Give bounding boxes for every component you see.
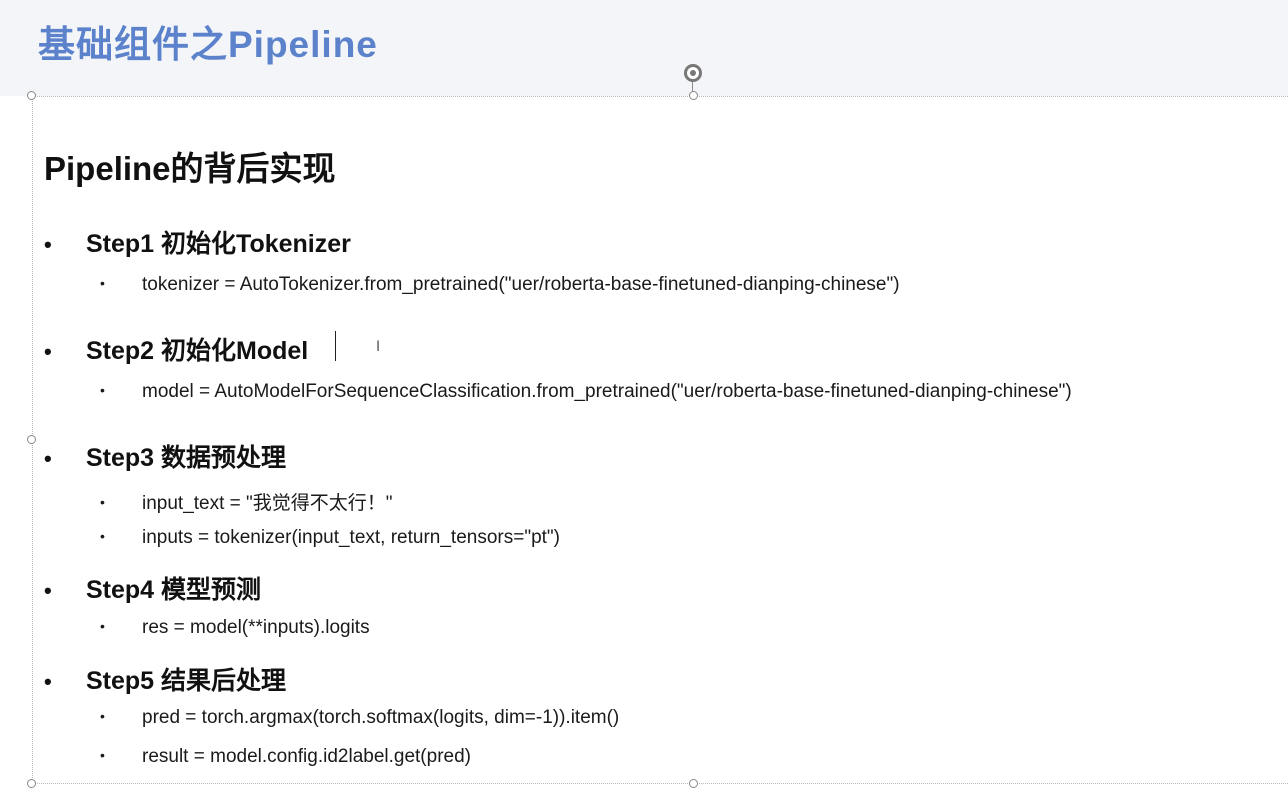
code-line: result = model.config.id2label.get(pred) [142, 746, 471, 767]
step-1-line-1[interactable]: • tokenizer = AutoTokenizer.from_pretrain… [100, 274, 900, 296]
step-5[interactable]: • Step5 结果后处理 [44, 661, 286, 697]
code-line: tokenizer = AutoTokenizer.from_pretraine… [142, 274, 900, 295]
text-caret [335, 331, 336, 361]
code-line: res = model(**inputs).logits [142, 617, 370, 638]
step-3[interactable]: • Step3 数据预处理 [44, 438, 286, 474]
code-line: model = AutoModelForSequenceClassificati… [142, 381, 1072, 402]
step-1[interactable]: • Step1 初始化Tokenizer [44, 224, 351, 260]
step-4[interactable]: • Step4 模型预测 [44, 570, 261, 606]
step-5-line-2[interactable]: • result = model.config.id2label.get(pred… [100, 746, 471, 768]
bullet: • [44, 232, 52, 257]
resize-handle-top-left[interactable] [27, 91, 36, 100]
step-label: Step1 初始化Tokenizer [86, 230, 351, 258]
bullet: • [44, 446, 52, 471]
sub-bullet: • [100, 494, 105, 510]
step-4-line-1[interactable]: • res = model(**inputs).logits [100, 617, 370, 639]
resize-handle-middle-left[interactable] [27, 435, 36, 444]
sub-bullet: • [100, 618, 105, 634]
slide-title[interactable]: 基础组件之Pipeline [38, 14, 378, 68]
content-heading[interactable]: Pipeline的背后实现 [44, 142, 336, 190]
resize-handle-top-middle[interactable] [689, 91, 698, 100]
sub-bullet: • [100, 708, 105, 724]
resize-handle-bottom-middle[interactable] [689, 779, 698, 788]
step-label: Step5 结果后处理 [86, 667, 287, 695]
ibeam-cursor-icon: I [376, 339, 381, 355]
sub-bullet: • [100, 382, 105, 398]
step-2-line-1[interactable]: • model = AutoModelForSequenceClassificat… [100, 381, 1072, 403]
code-line: inputs = tokenizer(input_text, return_te… [142, 527, 560, 548]
sub-bullet: • [100, 747, 105, 763]
step-label: Step3 数据预处理 [86, 444, 287, 472]
step-label: Step4 模型预测 [86, 576, 262, 604]
sub-bullet: • [100, 528, 105, 544]
bullet: • [44, 669, 52, 694]
step-2[interactable]: • Step2 初始化Model [44, 331, 308, 367]
step-3-line-1[interactable]: • input_text = "我觉得不太行！" [100, 488, 393, 515]
bullet: • [44, 578, 52, 603]
step-3-line-2[interactable]: • inputs = tokenizer(input_text, return_t… [100, 527, 560, 549]
rotate-handle-icon[interactable] [684, 64, 702, 82]
sub-bullet: • [100, 275, 105, 291]
bullet: • [44, 339, 52, 364]
code-line: pred = torch.argmax(torch.softmax(logits… [142, 707, 620, 728]
resize-handle-bottom-left[interactable] [27, 779, 36, 788]
code-line: input_text = "我觉得不太行！" [142, 493, 393, 514]
step-5-line-1[interactable]: • pred = torch.argmax(torch.softmax(logit… [100, 707, 619, 729]
step-label: Step2 初始化Model [86, 337, 309, 365]
